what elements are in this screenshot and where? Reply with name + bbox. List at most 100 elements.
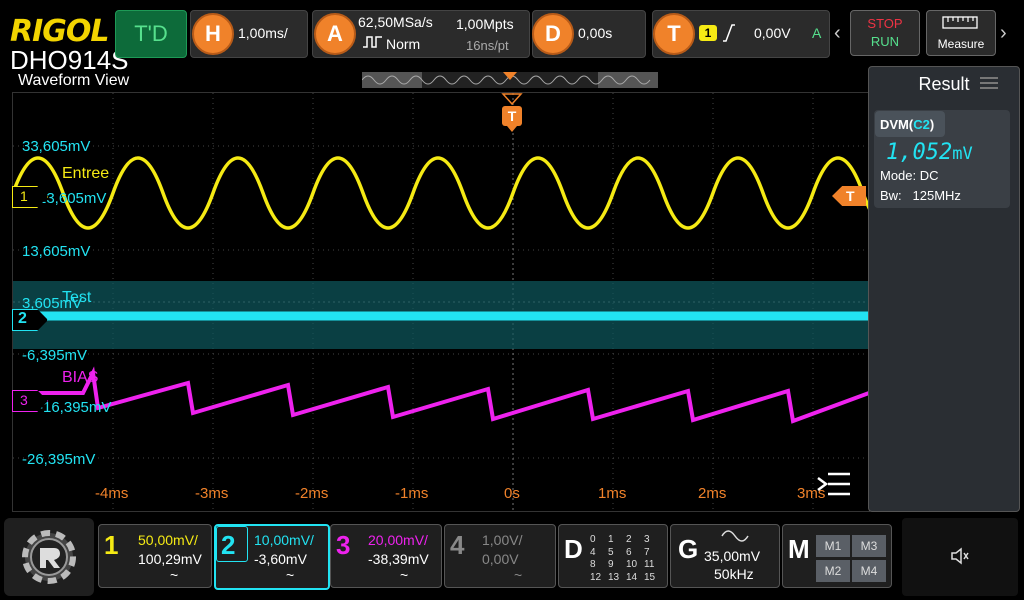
next-arrow-icon[interactable]: › (1000, 22, 1007, 45)
digital-bit: 9 (608, 559, 614, 570)
trigger-level: 0,00V (754, 25, 791, 41)
menu-icon[interactable] (814, 470, 852, 498)
math-letter: M (788, 534, 810, 564)
digital-bit: 15 (644, 571, 656, 583)
digital-bit: 4 (590, 546, 596, 558)
generator-frequency: 50kHz (714, 566, 754, 582)
ch3-coupling-icon: ~ (400, 567, 409, 583)
ch4-coupling-icon: ~ (514, 567, 523, 583)
ch1-coupling-icon: ~ (170, 567, 179, 583)
digital-bit: 5 (608, 546, 614, 558)
digital-bit: 6 (626, 546, 632, 558)
digital-bit: 11 (644, 559, 655, 570)
digital-bit-grid: 0123 4567 8 9 10 11 12 13 14 15 (590, 534, 662, 584)
ch2-level-label: 13,605mV (22, 243, 91, 260)
gear-icon (22, 530, 76, 584)
ch3-level-label: -16,395mV (38, 399, 112, 416)
math-m2-button[interactable]: M2 (816, 560, 850, 582)
ch1-name-label: Entree (62, 165, 110, 182)
ch2-coupling-icon: ~ (286, 567, 295, 583)
ch2-number: 2 (221, 530, 236, 560)
trigger-marker-label: T (507, 108, 517, 124)
dvm-mode: Mode: DC (880, 168, 939, 183)
measure-label: Measure (937, 37, 985, 51)
digital-bit: 13 (608, 571, 620, 583)
acquire-button[interactable]: A (314, 13, 356, 55)
ch1-offset: 100,29mV (138, 551, 202, 567)
time-tick: 1ms (598, 485, 627, 502)
rising-edge-icon (723, 24, 735, 42)
trigger-status: A (812, 25, 822, 41)
digital-bit: 2 (626, 534, 632, 545)
mode-badge[interactable]: T'D (115, 10, 187, 58)
math-m4-button[interactable]: M4 (852, 560, 886, 582)
dvm-title: DVM(C2) (880, 117, 935, 132)
time-tick: 0s (504, 485, 520, 502)
digital-bit: 0 (590, 534, 596, 545)
delay-value: 0,00s (578, 25, 613, 41)
digital-letter: D (564, 534, 583, 564)
digital-bit: 8 (590, 559, 596, 570)
trigger-level-marker-label: T (846, 188, 855, 204)
ch1-scale: 50,00mV/ (138, 532, 198, 548)
horizontal-button[interactable]: H (192, 13, 234, 55)
generator-amplitude: 35,00mV (704, 548, 761, 564)
brand-logo: RIGOL (10, 14, 110, 49)
acquire-pulse-icon (363, 36, 382, 48)
memory-depth: 1,00Mpts (456, 16, 514, 32)
dvm-value: 1,052mV (886, 140, 973, 165)
digital-bit: 12 (590, 571, 602, 583)
panel-menu-icon[interactable] (978, 74, 1000, 92)
ch4-scale: 1,00V/ (482, 532, 523, 548)
ch3-level-label: -26,395mV (22, 451, 96, 468)
dvm-bandwidth: Bw: 125MHz (880, 188, 961, 203)
acquire-mode: Norm (386, 36, 421, 52)
digital-bit: 1 (608, 534, 614, 545)
time-tick: 2ms (698, 485, 727, 502)
digital-bit: 10 (626, 559, 638, 570)
ch3-number: 3 (336, 530, 351, 560)
time-tick: -4ms (95, 485, 129, 502)
digital-bit: 3 (644, 534, 650, 545)
ch2-offset: -3,60mV (254, 551, 307, 567)
stop-label: STOP (867, 16, 903, 31)
model-name: DHO914S (10, 45, 129, 75)
sample-interval: 16ns/pt (466, 38, 509, 53)
ch2-scale: 10,00mV/ (254, 532, 314, 548)
ruler-icon (942, 16, 978, 29)
trigger-button[interactable]: T (653, 13, 695, 55)
ch2-level-label: -6,395mV (22, 347, 88, 364)
horizontal-scale: 1,00ms/ (238, 25, 288, 41)
ch3-offset-marker-label: 3 (20, 392, 28, 408)
digital-bit: 7 (644, 546, 650, 558)
generator-letter: G (678, 534, 699, 564)
ch3-scale: 20,00mV/ (368, 532, 428, 548)
ch3-name-label: BIAS (62, 369, 99, 386)
time-tick: -2ms (295, 485, 329, 502)
sine-wave-icon (721, 530, 749, 542)
ch4-offset: 0,00V (482, 551, 519, 567)
ch4-number: 4 (450, 530, 465, 560)
digital-bit: 14 (626, 571, 638, 583)
speaker-muted-icon (951, 547, 969, 565)
run-label: RUN (870, 34, 900, 49)
sample-rate: 62,50MSa/s (358, 14, 433, 30)
ch1-offset-marker-label: 1 (20, 188, 28, 204)
trigger-source-badge: 1 (699, 25, 717, 41)
ch2-offset-marker-label: 2 (18, 310, 27, 327)
ch1-level-label: 23,605mV (38, 190, 107, 207)
memory-overview-bar[interactable] (362, 70, 658, 90)
prev-arrow-icon[interactable]: ‹ (834, 22, 841, 45)
ch1-number: 1 (104, 530, 119, 560)
waveform-display (11, 93, 915, 511)
ch3-offset: -38,39mV (368, 551, 429, 567)
time-tick: -3ms (195, 485, 229, 502)
waveform-view-title: Waveform View (18, 72, 130, 89)
math-m1-button[interactable]: M1 (816, 535, 850, 557)
waveform-grid[interactable] (11, 92, 915, 512)
time-tick: -1ms (395, 485, 429, 502)
ch1-level-label: 33,605mV (22, 138, 91, 155)
ch2-name-label: Test (62, 289, 92, 306)
delay-button[interactable]: D (532, 13, 574, 55)
math-m3-button[interactable]: M3 (852, 535, 886, 557)
